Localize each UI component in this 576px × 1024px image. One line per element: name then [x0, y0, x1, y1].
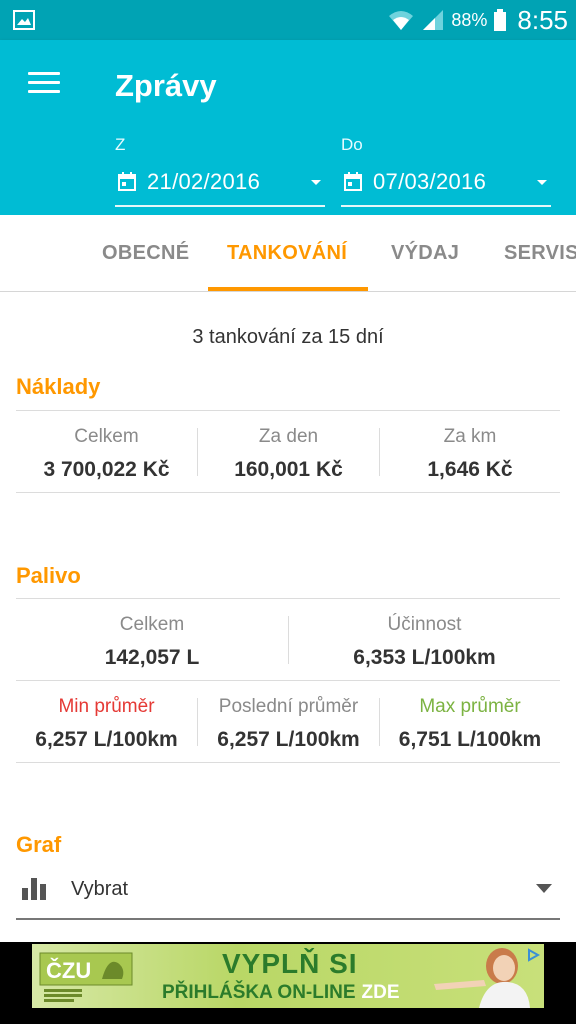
dropdown-arrow-icon	[536, 884, 552, 893]
graph-select-value: Vybrat	[71, 878, 129, 900]
tab-tankovani[interactable]: TANKOVÁNÍ	[227, 215, 347, 291]
graph-type-select[interactable]: Vybrat	[16, 866, 560, 920]
cost-per-day-value: 160,001 Kč	[234, 458, 343, 481]
date-from-picker[interactable]: 21/02/2016	[115, 165, 325, 207]
costs-section-title: Náklady	[16, 374, 101, 399]
divider	[16, 762, 560, 763]
fuel-min-average: Min průměr 6,257 L/100km	[16, 696, 197, 752]
fuel-min-average-value: 6,257 L/100km	[35, 728, 178, 751]
divider	[16, 410, 560, 411]
date-to-label: Do	[341, 135, 363, 154]
ad-subline: PŘIHLÁŠKA ON-LINE ZDE	[162, 982, 400, 1004]
fuel-last-average-label: Poslední průměr	[218, 696, 359, 717]
fuel-max-average: Max průměr 6,751 L/100km	[380, 696, 560, 752]
fillups-summary: 3 tankování za 15 dní	[192, 326, 384, 348]
divider	[16, 492, 560, 493]
tab-vydaj[interactable]: VÝDAJ	[391, 215, 459, 291]
fuel-efficiency: Účinnost 6,353 L/100km	[289, 614, 560, 670]
date-to-picker[interactable]: 07/03/2016	[341, 165, 551, 207]
fuel-total-value: 142,057 L	[104, 646, 200, 669]
fuel-max-average-label: Max průměr	[419, 696, 521, 717]
cost-per-day-label: Za den	[258, 426, 319, 447]
cost-per-km-value: 1,646 Kč	[427, 458, 513, 481]
date-from-field[interactable]: Z 21/02/2016	[115, 135, 325, 207]
status-bar: 88% 8:55	[0, 0, 576, 40]
calendar-icon	[344, 172, 362, 191]
chevron-down-icon	[311, 179, 321, 185]
cost-per-km: Za km 1,646 Kč	[380, 426, 560, 482]
ad-headline: VYPLŇ SI	[222, 948, 358, 979]
gallery-notification-icon	[13, 10, 35, 30]
fuel-min-average-label: Min průměr	[58, 696, 155, 717]
fuel-max-average-value: 6,751 L/100km	[398, 728, 542, 751]
active-tab-indicator	[208, 287, 368, 291]
svg-text:ČZU: ČZU	[46, 958, 91, 983]
graph-section-title: Graf	[16, 832, 62, 857]
tab-obecne[interactable]: OBECNÉ	[102, 215, 189, 291]
fuel-efficiency-value: 6,353 L/100km	[353, 646, 496, 669]
cost-per-km-label: Za km	[443, 426, 497, 447]
ad-subline-text: PŘIHLÁŠKA ON-LINE	[162, 982, 356, 1003]
fuel-section-title: Palivo	[16, 563, 81, 588]
university-logo: ČZU	[39, 952, 133, 1002]
ad-person-image	[434, 948, 530, 1008]
bar-chart-icon	[22, 878, 46, 900]
calendar-icon	[118, 172, 136, 191]
cost-per-day: Za den 160,001 Kč	[198, 426, 379, 482]
menu-icon[interactable]	[28, 72, 60, 98]
app-bar: Zprávy Z 21/02/2016 Do 07/03/2016	[0, 40, 576, 215]
clock: 8:55	[517, 4, 568, 35]
fuel-efficiency-label: Účinnost	[387, 614, 462, 635]
battery-percent: 88%	[451, 9, 488, 30]
ad-subline-highlight: ZDE	[361, 982, 400, 1003]
fuel-total: Celkem 142,057 L	[16, 614, 288, 670]
battery-icon	[494, 9, 507, 31]
cost-total: Celkem 3 700,022 Kč	[16, 426, 197, 482]
ad-banner[interactable]: ČZU VYPLŇ SI PŘIHLÁŠKA ON-LINE ZDE	[32, 944, 544, 1008]
fuel-total-label: Celkem	[119, 614, 185, 635]
date-from-label: Z	[115, 135, 126, 154]
fuel-last-average-value: 6,257 L/100km	[217, 728, 360, 751]
page-title: Zprávy	[115, 68, 217, 103]
fuel-last-average: Poslední průměr 6,257 L/100km	[198, 696, 379, 752]
cost-total-value: 3 700,022 Kč	[43, 458, 170, 481]
divider	[16, 598, 560, 599]
date-to-value: 07/03/2016	[373, 169, 487, 194]
wifi-icon	[389, 11, 414, 30]
ad-choices-icon[interactable]	[526, 948, 540, 962]
divider	[16, 680, 560, 681]
tab-servis[interactable]: SERVIS	[504, 215, 576, 291]
tab-bar: OBECNÉ TANKOVÁNÍ VÝDAJ SERVIS	[0, 215, 576, 292]
date-to-field[interactable]: Do 07/03/2016	[341, 135, 551, 207]
signal-icon	[423, 10, 444, 30]
date-from-value: 21/02/2016	[147, 169, 261, 194]
chevron-down-icon	[537, 179, 547, 185]
cost-total-label: Celkem	[74, 426, 139, 447]
